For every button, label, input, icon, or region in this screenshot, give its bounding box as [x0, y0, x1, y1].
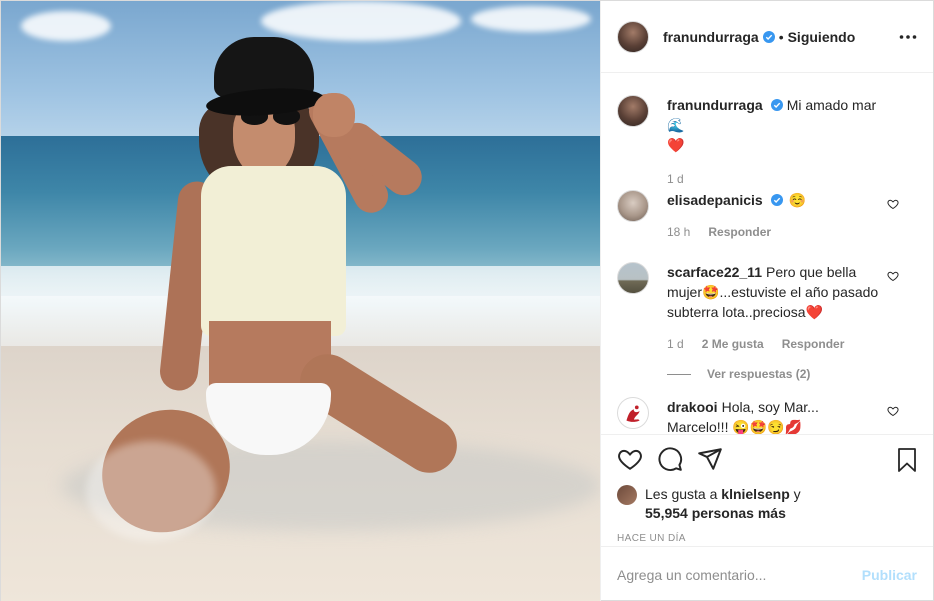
comment-age[interactable]: 18 h — [667, 222, 690, 242]
comment-bubble-icon[interactable] — [657, 446, 683, 472]
likes-prefix: Les gusta a — [645, 486, 718, 502]
comment-like-heart-icon[interactable] — [887, 270, 899, 282]
likes-summary: Les gusta a klnielsenp y 55,954 personas… — [617, 485, 917, 523]
post-photo[interactable] — [1, 1, 600, 601]
comment-body: elisadepanicis ☺️ 18 h Responder — [667, 190, 882, 262]
commenter-avatar[interactable] — [617, 190, 649, 222]
liker-username[interactable]: klnielsenp — [721, 486, 789, 502]
caption-age[interactable]: 1 d — [667, 169, 684, 189]
caption-body: franundurraga Mi amado mar 🌊 ❤️ 1 d — [667, 95, 882, 190]
photo-bucket-hat — [205, 37, 326, 120]
replies-divider — [667, 373, 691, 375]
caption-text: franundurraga Mi amado mar 🌊 ❤️ — [667, 95, 882, 155]
caption: franundurraga Mi amado mar 🌊 ❤️ 1 d — [617, 95, 917, 190]
verified-badge-icon — [770, 194, 783, 206]
caption-emoji: ❤️ — [667, 137, 685, 153]
post-timestamp[interactable]: HACE UN DÍA — [617, 533, 917, 544]
caption-username[interactable]: franundurraga — [667, 97, 763, 113]
comment-item: scarface22_11 Pero que bella mujer🤩...est… — [617, 262, 917, 397]
commenter-avatar[interactable] — [617, 262, 649, 294]
post-header: franundurraga • Siguiendo — [601, 1, 933, 73]
photo-hand — [313, 93, 355, 137]
comment-item: drakooi Hola, soy Mar... Marcelo!!! 😜🤩😏💋 — [617, 397, 917, 434]
comment-body: scarface22_11 Pero que bella mujer🤩...est… — [667, 262, 882, 397]
likes-count[interactable]: 55,954 personas más — [645, 505, 786, 521]
commenter-avatar[interactable] — [617, 397, 649, 429]
view-replies-label: Ver respuestas (2) — [707, 367, 811, 381]
comment-text: drakooi Hola, soy Mar... Marcelo!!! 😜🤩😏💋 — [667, 397, 882, 434]
photo-cloud — [21, 11, 111, 41]
verified-badge-icon — [770, 99, 783, 111]
photo-tank-top — [201, 166, 346, 336]
author-meta: franundurraga • Siguiendo — [663, 29, 855, 45]
separator-dot: • — [778, 28, 784, 45]
verified-badge-icon — [762, 30, 775, 43]
paper-plane-icon[interactable] — [697, 446, 723, 472]
comment-item: elisadepanicis ☺️ 18 h Responder — [617, 190, 917, 262]
author-avatar[interactable] — [617, 95, 649, 127]
bookmark-icon[interactable] — [895, 447, 919, 473]
liker-avatar[interactable] — [617, 485, 637, 505]
photo-splash — [86, 441, 216, 541]
post-side-panel: franundurraga • Siguiendo franundurraga M… — [600, 1, 933, 601]
comment-like-heart-icon[interactable] — [887, 405, 899, 417]
comment-text: scarface22_11 Pero que bella mujer🤩...est… — [667, 262, 882, 322]
follow-status-button[interactable]: Siguiendo — [788, 29, 856, 45]
comment-meta: 18 h Responder — [667, 222, 882, 242]
action-icons — [617, 445, 917, 473]
commenter-username[interactable]: drakooi — [667, 399, 718, 415]
author-username[interactable]: franundurraga — [663, 29, 759, 45]
comment-like-heart-icon[interactable] — [887, 198, 899, 210]
likes-and: y — [793, 486, 801, 502]
view-replies-button[interactable]: Ver respuestas (2) — [667, 364, 882, 384]
author-avatar[interactable] — [617, 20, 649, 53]
comment-input[interactable]: Agrega un comentario... — [617, 567, 766, 583]
photo-cloud — [471, 6, 591, 32]
comments-list[interactable]: franundurraga Mi amado mar 🌊 ❤️ 1 d elisa… — [601, 73, 933, 434]
heart-icon[interactable] — [617, 446, 643, 472]
comment-body: drakooi Hola, soy Mar... Marcelo!!! 😜🤩😏💋 — [667, 397, 882, 434]
publish-button[interactable]: Publicar — [862, 567, 917, 583]
comment-text: elisadepanicis ☺️ — [667, 190, 882, 210]
comment-likes-count[interactable]: 2 Me gusta — [702, 334, 764, 354]
reply-button[interactable]: Responder — [708, 222, 771, 242]
action-bar: Les gusta a klnielsenp y 55,954 personas… — [601, 434, 933, 546]
comment-meta: 1 d 2 Me gusta Responder — [667, 334, 882, 354]
commenter-username[interactable]: elisadepanicis — [667, 192, 763, 208]
instagram-post: franundurraga • Siguiendo franundurraga M… — [0, 0, 934, 601]
reply-button[interactable]: Responder — [782, 334, 845, 354]
comment-composer: Agrega un comentario... Publicar — [601, 546, 933, 601]
photo-cloud — [261, 1, 461, 41]
caption-meta: 1 d — [667, 169, 882, 189]
comment-message: ☺️ — [788, 192, 807, 208]
likes-text: Les gusta a klnielsenp y 55,954 personas… — [645, 485, 801, 523]
more-dots-icon[interactable] — [899, 28, 917, 46]
commenter-username[interactable]: scarface22_11 — [667, 264, 762, 280]
comment-age[interactable]: 1 d — [667, 334, 684, 354]
dragon-logo-icon — [626, 405, 640, 422]
